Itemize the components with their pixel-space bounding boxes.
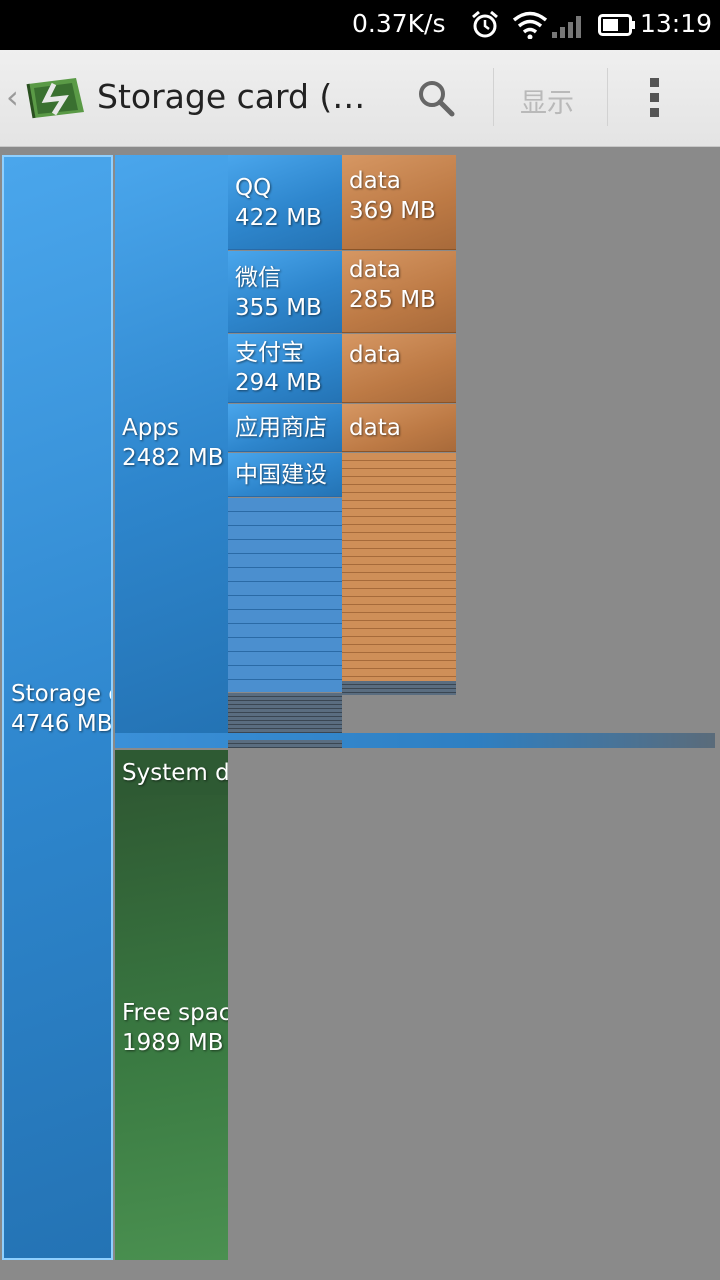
treemap-data-store[interactable]: data	[342, 404, 456, 452]
data-name: data	[349, 415, 401, 441]
app-logo-icon[interactable]	[24, 72, 88, 126]
clock: 13:19	[640, 9, 713, 38]
treemap-app-qq[interactable]: QQ 422 MB	[228, 155, 342, 250]
divider	[493, 68, 494, 126]
treemap-apps[interactable]: Apps 2482 MB	[115, 155, 228, 733]
app-name: 中国建设	[235, 462, 327, 488]
wifi-icon	[512, 11, 548, 43]
alarm-icon	[470, 10, 500, 44]
treemap-app-ccb[interactable]: 中国建设	[228, 453, 342, 497]
treemap-free-space[interactable]: Free spac 1989 MB	[115, 795, 228, 1260]
treemap-tiny-strip	[228, 740, 342, 748]
data-size: 285 MB	[349, 287, 436, 313]
root-label: Storage c 4746 MB	[11, 681, 113, 737]
treemap-data-wechat[interactable]: data 285 MB	[342, 251, 456, 333]
app-size: 355 MB	[235, 295, 322, 321]
back-chevron-icon[interactable]: ‹	[6, 78, 19, 116]
treemap-app-wechat[interactable]: 微信 355 MB	[228, 251, 342, 333]
apps-label: Apps 2482 MB	[122, 415, 224, 471]
overflow-menu-icon[interactable]	[650, 78, 659, 123]
treemap-small-apps[interactable]	[228, 498, 342, 692]
screen-title: Storage card (…	[97, 77, 366, 116]
treemap-tiny-data	[342, 681, 456, 695]
data-name: data	[349, 257, 401, 283]
data-name: data	[349, 342, 401, 368]
data-name: data	[349, 168, 401, 194]
app-size: 422 MB	[235, 205, 322, 231]
treemap-app-alipay[interactable]: 支付宝 294 MB	[228, 334, 342, 403]
system-label: System d	[122, 760, 228, 786]
app-name: 应用商店	[235, 415, 327, 441]
app-name: 微信	[235, 265, 281, 291]
app-size: 294 MB	[235, 370, 322, 396]
action-bar: ‹ Storage card (… 显示	[0, 50, 720, 147]
treemap-small-data[interactable]	[342, 453, 456, 681]
treemap-app-store[interactable]: 应用商店	[228, 404, 342, 452]
signal-icon	[552, 12, 586, 42]
treemap-system[interactable]: System d	[115, 750, 228, 795]
status-bar: 0.37K/s 13:19	[0, 0, 720, 50]
app-name: 支付宝	[235, 340, 304, 366]
treemap-data-qq[interactable]: data 369 MB	[342, 155, 456, 250]
search-icon[interactable]	[416, 78, 456, 122]
app-name: QQ	[235, 175, 272, 201]
treemap-tiny-apps	[228, 693, 342, 733]
data-size: 369 MB	[349, 198, 436, 224]
network-speed: 0.37K/s	[352, 9, 446, 38]
free-space-label: Free spac 1989 MB	[122, 1000, 228, 1056]
treemap-apps-strip	[115, 733, 715, 748]
divider	[607, 68, 608, 126]
treemap-data-alipay[interactable]: data	[342, 334, 456, 403]
treemap-root-storage[interactable]: Storage c 4746 MB	[2, 155, 113, 1260]
battery-icon	[598, 14, 636, 40]
show-button[interactable]: 显示	[520, 81, 574, 120]
